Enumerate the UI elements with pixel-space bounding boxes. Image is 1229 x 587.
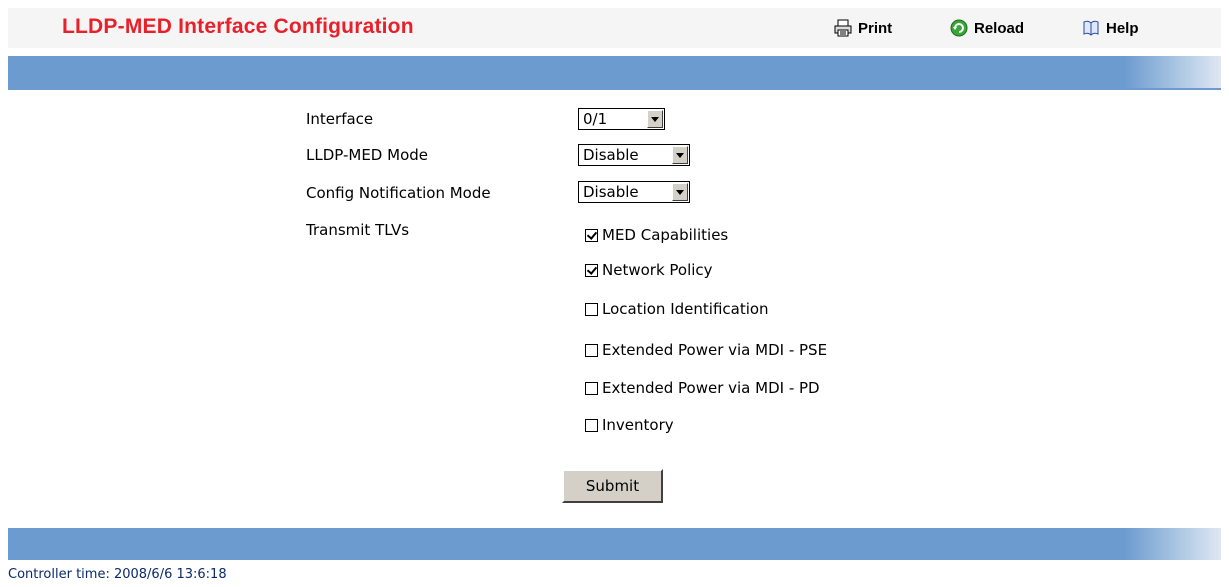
- checkbox-unchecked[interactable]: [585, 381, 598, 395]
- checkbox-unchecked[interactable]: [585, 302, 598, 316]
- submit-button[interactable]: Submit: [562, 469, 663, 503]
- tlv-inventory-checkbox[interactable]: Inventory: [585, 416, 674, 434]
- help-label: Help: [1106, 19, 1139, 37]
- lldp-med-mode-label: LLDP-MED Mode: [306, 146, 428, 164]
- print-button[interactable]: Print: [834, 19, 892, 37]
- tlv-label: Location Identification: [602, 300, 769, 318]
- help-button[interactable]: Help: [1082, 19, 1139, 37]
- checkbox-checked[interactable]: [585, 228, 598, 242]
- tlv-label: Extended Power via MDI - PD: [602, 379, 820, 397]
- chevron-down-icon[interactable]: [672, 146, 688, 164]
- interface-select-value: 0/1: [583, 110, 608, 128]
- reload-label: Reload: [974, 19, 1025, 37]
- page-header: LLDP-MED Interface Configuration Print R…: [8, 8, 1221, 48]
- config-notification-mode-select[interactable]: Disable: [578, 181, 690, 203]
- chevron-down-icon[interactable]: [647, 110, 663, 128]
- tlv-location-identification-checkbox[interactable]: Location Identification: [585, 300, 769, 318]
- divider: [8, 88, 1221, 90]
- controller-time: Controller time: 2008/6/6 13:6:18: [8, 567, 227, 582]
- config-notification-mode-label: Config Notification Mode: [306, 184, 491, 202]
- checkbox-unchecked[interactable]: [585, 418, 598, 432]
- tlv-label: Inventory: [602, 416, 674, 434]
- lldp-med-mode-select[interactable]: Disable: [578, 144, 690, 166]
- top-band: [8, 56, 1221, 88]
- chevron-down-icon[interactable]: [672, 183, 688, 201]
- tlv-label: Extended Power via MDI - PSE: [602, 341, 828, 359]
- config-notification-mode-select-value: Disable: [583, 183, 639, 201]
- help-book-icon: [1083, 20, 1099, 36]
- reload-button[interactable]: Reload: [950, 19, 1024, 37]
- interface-select[interactable]: 0/1: [578, 108, 665, 130]
- tlv-label: Network Policy: [602, 261, 713, 279]
- print-label: Print: [858, 19, 893, 37]
- tlv-label: MED Capabilities: [602, 226, 729, 244]
- tlv-extended-power-pd-checkbox[interactable]: Extended Power via MDI - PD: [585, 379, 820, 397]
- transmit-tlvs-label: Transmit TLVs: [306, 221, 410, 239]
- bottom-band: [8, 528, 1221, 560]
- tlv-med-capabilities-checkbox[interactable]: MED Capabilities: [585, 226, 728, 244]
- page-title: LLDP-MED Interface Configuration: [62, 15, 414, 38]
- reload-icon: [950, 19, 968, 37]
- interface-label: Interface: [306, 110, 374, 128]
- checkbox-unchecked[interactable]: [585, 343, 598, 357]
- tlv-network-policy-checkbox[interactable]: Network Policy: [585, 261, 713, 279]
- lldp-med-mode-select-value: Disable: [583, 146, 639, 164]
- printer-icon: [834, 19, 852, 37]
- checkbox-checked[interactable]: [585, 263, 598, 277]
- tlv-extended-power-pse-checkbox[interactable]: Extended Power via MDI - PSE: [585, 341, 827, 359]
